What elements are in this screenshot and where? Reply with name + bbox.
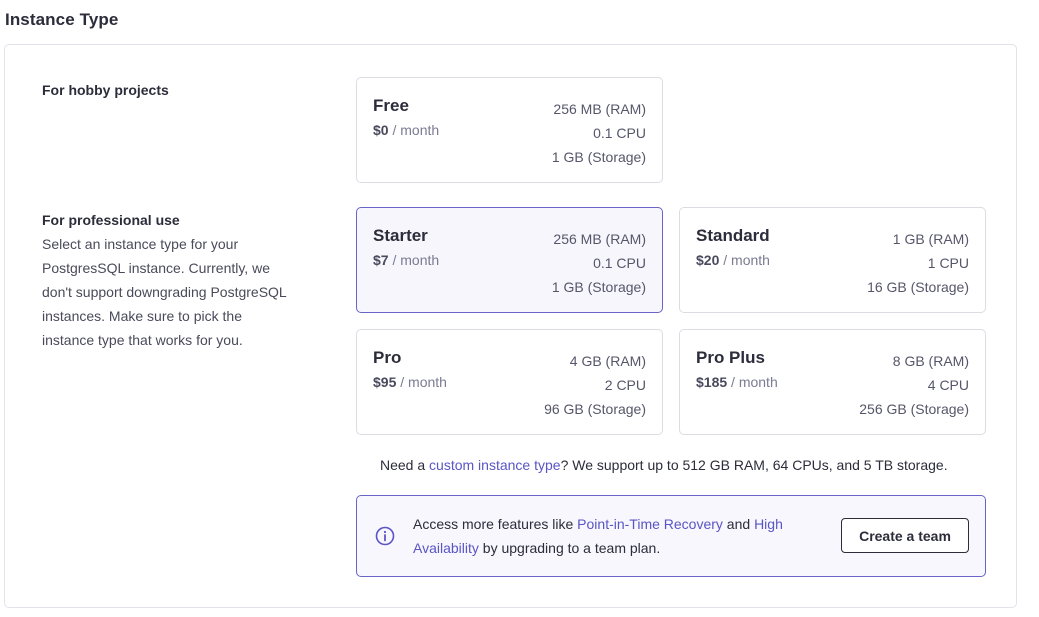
plan-name: Free — [373, 96, 409, 115]
price-period: / month — [392, 122, 440, 138]
spec-storage: 256 GB (Storage) — [859, 401, 969, 417]
price-period: / month — [731, 374, 778, 390]
plan-price: $0 / month — [373, 122, 439, 138]
plan-specs: 8 GB (RAM) 4 CPU 256 GB (Storage) — [859, 349, 969, 421]
spec-cpu: 0.1 CPU — [593, 125, 646, 141]
price-amount: $7 — [373, 252, 389, 268]
plan-specs: 1 GB (RAM) 1 CPU 16 GB (Storage) — [867, 227, 969, 299]
price-period: / month — [400, 374, 447, 390]
spec-storage: 1 GB (Storage) — [551, 279, 646, 295]
spec-ram: 4 GB (RAM) — [569, 353, 646, 369]
plan-price: $185 / month — [696, 374, 778, 390]
spec-storage: 16 GB (Storage) — [867, 279, 969, 295]
note-suffix: ? We support up to 512 GB RAM, 64 CPUs, … — [560, 457, 948, 473]
plan-card-standard[interactable]: Standard $20 / month 1 GB (RAM) 1 CPU 16… — [679, 207, 986, 313]
plan-price: $7 / month — [373, 252, 439, 268]
section-title-professional: For professional use — [42, 212, 180, 228]
spec-cpu: 1 CPU — [927, 255, 969, 271]
plan-card-starter[interactable]: Starter $7 / month 256 MB (RAM) 0.1 CPU … — [356, 207, 663, 313]
info-icon — [375, 526, 395, 546]
plan-card-pro-plus[interactable]: Pro Plus $185 / month 8 GB (RAM) 4 CPU 2… — [679, 329, 986, 435]
price-amount: $95 — [373, 374, 397, 390]
create-team-button[interactable]: Create a team — [841, 518, 969, 553]
spec-storage: 1 GB (Storage) — [551, 149, 646, 165]
plan-name: Pro — [373, 348, 402, 367]
plan-name: Pro Plus — [696, 348, 765, 367]
spec-cpu: 4 CPU — [927, 377, 969, 393]
banner-text: Access more features like Point-in-Time … — [413, 512, 823, 560]
plan-price: $20 / month — [696, 252, 770, 268]
page-title: Instance Type — [5, 10, 119, 29]
spec-cpu: 2 CPU — [604, 377, 646, 393]
banner-text-3: by upgrading to a team plan. — [478, 540, 661, 556]
spec-ram: 1 GB (RAM) — [892, 231, 969, 247]
plan-price: $95 / month — [373, 374, 447, 390]
price-amount: $185 — [696, 374, 728, 390]
spec-ram: 256 MB (RAM) — [553, 231, 646, 247]
spec-cpu: 0.1 CPU — [593, 255, 646, 271]
spec-ram: 8 GB (RAM) — [892, 353, 969, 369]
plan-name: Starter — [373, 226, 428, 245]
spec-ram: 256 MB (RAM) — [553, 101, 646, 117]
banner-text-1: Access more features like — [413, 516, 578, 532]
banner-text-2: and — [722, 516, 755, 532]
section-description: Select an instance type for your Postgre… — [42, 236, 287, 348]
price-period: / month — [392, 252, 440, 268]
custom-instance-note: Need a custom instance type? We support … — [380, 457, 948, 473]
price-amount: $20 — [696, 252, 720, 268]
note-prefix: Need a — [380, 457, 430, 473]
upgrade-banner: Access more features like Point-in-Time … — [356, 495, 986, 577]
section-title-hobby: For hobby projects — [42, 82, 169, 98]
custom-instance-type-link[interactable]: custom instance type — [429, 457, 561, 473]
point-in-time-recovery-link[interactable]: Point-in-Time Recovery — [577, 516, 723, 532]
plan-specs: 256 MB (RAM) 0.1 CPU 1 GB (Storage) — [552, 97, 646, 169]
plan-name: Standard — [696, 226, 770, 245]
price-period: / month — [723, 252, 770, 268]
plan-card-pro[interactable]: Pro $95 / month 4 GB (RAM) 2 CPU 96 GB (… — [356, 329, 663, 435]
plan-specs: 4 GB (RAM) 2 CPU 96 GB (Storage) — [544, 349, 646, 421]
spec-storage: 96 GB (Storage) — [544, 401, 646, 417]
price-amount: $0 — [373, 122, 389, 138]
plan-card-free[interactable]: Free $0 / month 256 MB (RAM) 0.1 CPU 1 G… — [356, 77, 663, 183]
plan-specs: 256 MB (RAM) 0.1 CPU 1 GB (Storage) — [552, 227, 646, 299]
